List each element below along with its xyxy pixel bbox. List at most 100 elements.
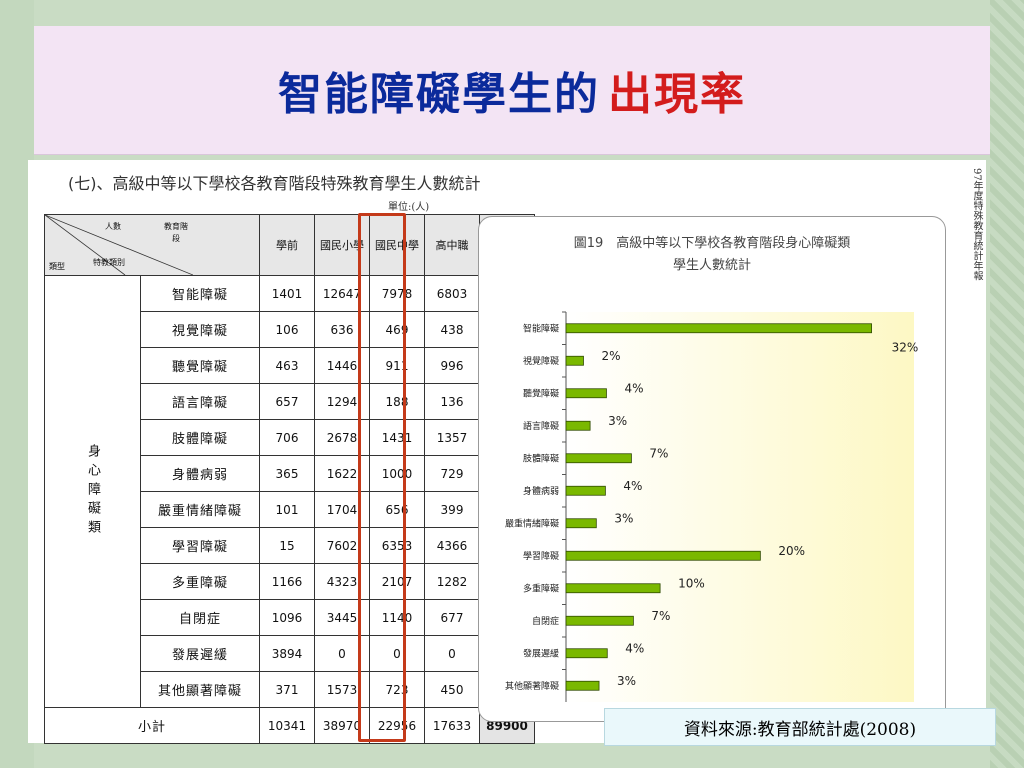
subtotal-cell: 10341 — [259, 707, 315, 744]
row-category: 聽覺障礙 — [140, 347, 260, 384]
bar-多重障礙 — [565, 583, 661, 594]
data-label: 3% — [617, 674, 636, 688]
table-cell: 1166 — [259, 563, 315, 600]
bar-自閉症 — [565, 615, 634, 626]
table-row: 身心障礙類智能障礙1401126477978680328829 — [44, 275, 535, 708]
row-category: 多重障礙 — [140, 563, 260, 600]
data-label: 7% — [649, 446, 668, 460]
table-corner-header: 人數 教育階段 類型 特教類別 — [44, 214, 260, 276]
row-category: 身體病弱 — [140, 455, 260, 492]
row-category: 肢體障礙 — [140, 419, 260, 456]
table-cell: 1357 — [424, 419, 480, 456]
table-cell: 657 — [259, 383, 315, 420]
table-cell: 371 — [259, 671, 315, 708]
category-tick-label: 發展遲緩 — [523, 647, 559, 659]
category-tick-label: 聽覺障礙 — [523, 387, 559, 399]
table-cell: 450 — [424, 671, 480, 708]
row-category: 自閉症 — [140, 599, 260, 636]
bar-語言障礙 — [565, 420, 591, 431]
subtotal-label: 小計 — [44, 707, 260, 744]
row-category: 嚴重情緒障礙 — [140, 491, 260, 528]
table-caption: (七)、高級中等以下學校各教育階段特殊教育學生人數統計 — [68, 174, 481, 193]
table-cell: 399 — [424, 491, 480, 528]
bar-chart: 智能障礙 32% 視覺障礙 2% 聽覺障礙 4% 語言障礙 3% 肢體障礙 7% 身體病弱 4% 嚴重情… — [505, 311, 918, 702]
table-cell: 3894 — [259, 635, 315, 672]
category-tick-label: 其他顯著障礙 — [505, 680, 559, 692]
table-cell: 463 — [259, 347, 315, 384]
table-cell: 996 — [424, 347, 480, 384]
bar-視覺障礙 — [565, 355, 584, 366]
category-tick-label: 智能障礙 — [523, 322, 559, 334]
side-label: 97年度特殊教育統計年報 — [971, 168, 982, 281]
bar-chart-frame: 圖19 高級中等以下學校各教育階段身心障礙類 學生人數統計 智能障礙 32% 視覺障… — [478, 216, 946, 722]
table-cell: 106 — [259, 311, 315, 348]
highlight-column-box — [358, 213, 406, 742]
table-cell: 365 — [259, 455, 315, 492]
table-cell: 1282 — [424, 563, 480, 600]
plot-area — [566, 312, 914, 702]
category-tick-label: 自閉症 — [532, 615, 559, 627]
subtotal-cell: 17633 — [424, 707, 480, 744]
table-cell: 706 — [259, 419, 315, 456]
table-header-row: 人數 教育階段 類型 特教類別 學前 國民小學 國民中學 高中職 總計 — [44, 214, 535, 276]
corner-top-right: 教育階段 — [164, 222, 188, 243]
background-right-pattern — [990, 0, 1024, 768]
slide-title: 智能障礙學生的 — [278, 69, 600, 120]
row-category: 其他顯著障礙 — [140, 671, 260, 708]
category-tick-label: 學習障礙 — [523, 550, 559, 562]
row-category: 視覺障礙 — [140, 311, 260, 348]
category-tick-label: 身體病弱 — [523, 485, 559, 497]
corner-bottom-left: 類型 — [49, 262, 65, 271]
corner-bottom-mid: 特教類別 — [93, 258, 125, 267]
data-label: 4% — [624, 381, 643, 395]
data-label: 3% — [608, 414, 627, 428]
source-note: 資料來源:教育部統計處(2008) — [604, 708, 996, 746]
group-label: 身心障礙類 — [44, 275, 141, 708]
column-header: 高中職 — [424, 214, 480, 276]
corner-top-left: 人數 — [105, 222, 121, 231]
table-cell: 1401 — [259, 275, 315, 312]
table-cell: 4366 — [424, 527, 480, 564]
statistics-table: 人數 教育階段 類型 特教類別 學前 國民小學 國民中學 高中職 總計 身心障礙… — [44, 214, 535, 744]
data-label: 3% — [614, 511, 633, 525]
category-tick-label: 多重障礙 — [523, 582, 559, 594]
table-cell: 729 — [424, 455, 480, 492]
bar-學習障礙 — [565, 550, 761, 561]
data-label: 2% — [601, 349, 620, 363]
data-label: 7% — [651, 609, 670, 623]
table-cell: 136 — [424, 383, 480, 420]
bar-發展遲緩 — [565, 648, 608, 659]
category-tick-label: 語言障礙 — [523, 420, 559, 432]
bar-嚴重情緒障礙 — [565, 518, 597, 529]
data-label: 10% — [678, 576, 705, 590]
table-cell: 677 — [424, 599, 480, 636]
category-tick-label: 嚴重情緒障礙 — [505, 517, 559, 529]
scanned-report-page: (七)、高級中等以下學校各教育階段特殊教育學生人數統計 單位:(人) 97年度特… — [28, 160, 986, 744]
table-cell: 438 — [424, 311, 480, 348]
category-tick-label: 肢體障礙 — [523, 452, 559, 464]
row-category: 發展遲緩 — [140, 635, 260, 672]
table-cell: 101 — [259, 491, 315, 528]
table-body: 身心障礙類智能障礙1401126477978680328829視覺障礙10663… — [44, 275, 535, 744]
data-label: 4% — [623, 479, 642, 493]
bar-智能障礙 — [565, 323, 872, 334]
table-cell: 6803 — [424, 275, 480, 312]
slide-title-accent: 出現率 — [608, 69, 746, 120]
slide-title-band: 智能障礙學生的 出現率 — [34, 26, 990, 155]
table-cell: 15 — [259, 527, 315, 564]
bar-其他顯著障礙 — [565, 680, 600, 691]
subtotal-row: 小計 10341 38970 22956 17633 89900 — [44, 707, 535, 744]
column-header: 學前 — [259, 214, 315, 276]
bar-聽覺障礙 — [565, 388, 607, 399]
row-category: 智能障礙 — [140, 275, 260, 312]
category-tick-label: 視覺障礙 — [523, 355, 559, 367]
data-label: 20% — [778, 544, 805, 558]
data-label: 4% — [625, 641, 644, 655]
unit-label: 單位:(人) — [388, 202, 430, 213]
row-category: 語言障礙 — [140, 383, 260, 420]
bar-肢體障礙 — [565, 453, 632, 464]
table-cell: 1096 — [259, 599, 315, 636]
row-category: 學習障礙 — [140, 527, 260, 564]
bar-身體病弱 — [565, 485, 606, 496]
table-cell: 0 — [424, 635, 480, 672]
